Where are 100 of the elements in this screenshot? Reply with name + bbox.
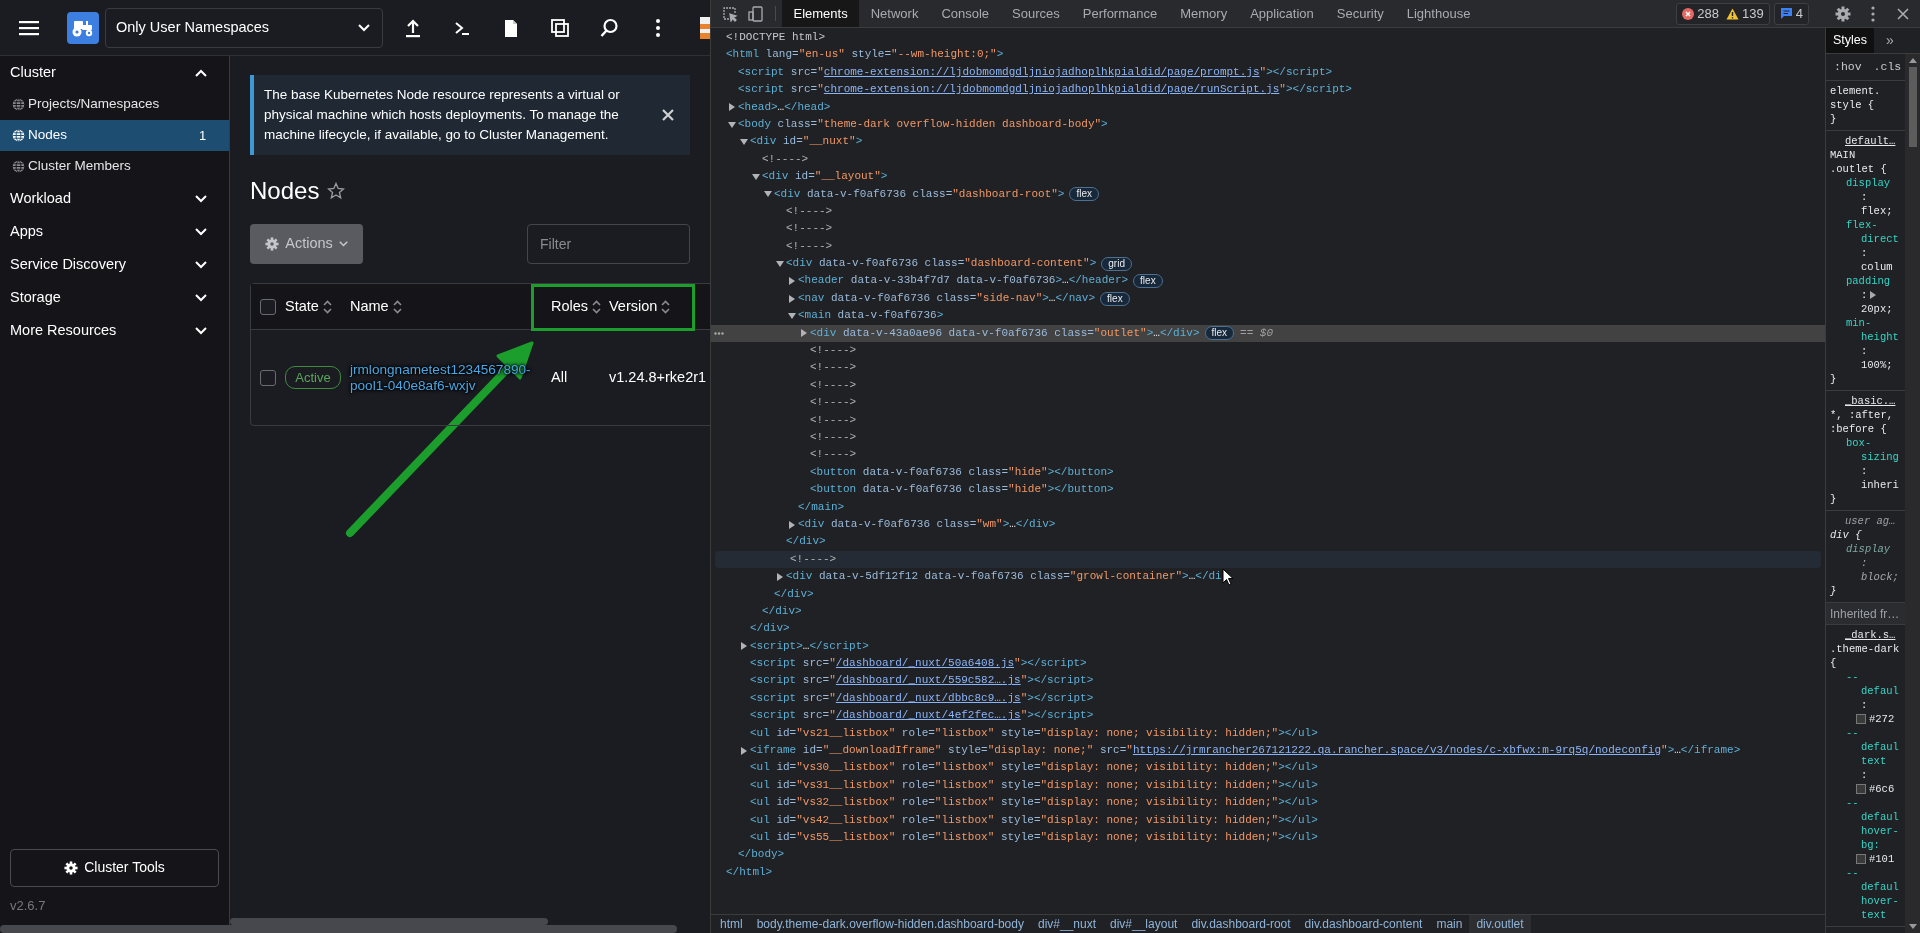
dom-row[interactable]: <script src="chrome-extension://ljdobmomdgdljniojadhoplhkpialdid/page/prompt.js"></script>	[711, 63, 1825, 82]
disclosure-triangle-icon[interactable]	[728, 120, 736, 129]
scroll-down-icon[interactable]	[1908, 924, 1917, 929]
dom-row[interactable]: <ul id="vs55__listbox" role="listbox" style="display: none; visibility: hidden;"></ul>	[711, 828, 1825, 847]
devtools-tab[interactable]: Network	[859, 0, 930, 27]
styles-tab[interactable]: Styles	[1826, 28, 1875, 53]
messages-counter[interactable]: 4	[1773, 2, 1809, 25]
dom-row[interactable]: <script>…</script>	[711, 637, 1825, 656]
expand-triangle-icon[interactable]	[1870, 291, 1877, 299]
dom-row[interactable]: <div data-v-5df12f12 data-v-f0af6736 class="growl-container">…</di	[711, 568, 1825, 586]
dom-row[interactable]: <ul id="vs31__listbox" role="listbox" style="display: none; visibility: hidden;"></ul>	[711, 776, 1825, 795]
scrollbar[interactable]	[230, 918, 548, 925]
column-header[interactable]: State	[285, 295, 350, 318]
more-tabs-button[interactable]: »	[1874, 28, 1894, 53]
dom-row[interactable]: <!---->	[711, 411, 1825, 429]
namespace-select[interactable]: Only User Namespaces	[105, 7, 383, 48]
dom-row[interactable]: </div>	[711, 602, 1825, 621]
nav-group[interactable]: Service Discovery	[0, 248, 229, 281]
dom-row[interactable]: <iframe id="__downloadIframe" style="display: none;" src="https://jrmrancher267121222.qa.rancher.space/v3/nodes/c-xbfwx:m-9rq5q/nodeconfig">…</iframe>	[711, 742, 1825, 760]
dom-row[interactable]: <ul id="vs42__listbox" role="listbox" style="display: none; visibility: hidden;"></ul>	[711, 811, 1825, 829]
dom-row[interactable]: <!---->	[711, 237, 1825, 256]
color-swatch[interactable]	[1856, 714, 1866, 724]
dom-row[interactable]: <!---->	[711, 342, 1825, 360]
breadcrumb-item[interactable]: body.theme-dark.overflow-hidden.dashboard-body	[749, 915, 1031, 933]
color-swatch[interactable]	[1856, 784, 1866, 794]
disclosure-triangle-icon[interactable]	[740, 138, 748, 147]
row-checkbox[interactable]	[260, 369, 276, 386]
scroll-up-icon[interactable]	[1908, 58, 1917, 63]
devtools-tab[interactable]: Performance	[1071, 0, 1169, 27]
disclosure-triangle-icon[interactable]	[740, 642, 748, 651]
nav-item[interactable]: Cluster Members	[0, 151, 229, 182]
star-icon[interactable]	[327, 182, 346, 200]
dom-row[interactable]: </html>	[711, 863, 1825, 882]
close-button[interactable]	[660, 107, 676, 123]
breadcrumb-item[interactable]: div.outlet	[1469, 915, 1531, 933]
nav-item[interactable]: Projects/Namespaces	[0, 89, 229, 120]
devtools-tab[interactable]: Security	[1325, 0, 1396, 27]
layout-badge[interactable]: flex	[1069, 187, 1100, 202]
dom-row[interactable]: <script src="/dashboard/_nuxt/559c582….js"></script>	[711, 672, 1825, 690]
breadcrumb-item[interactable]: div#__layout	[1103, 915, 1185, 933]
filter-field[interactable]: Filter	[527, 224, 690, 264]
devtools-tab[interactable]: Sources	[1000, 0, 1072, 27]
avatar-icon[interactable]	[700, 16, 710, 39]
scrollbar-thumb[interactable]	[1908, 67, 1917, 147]
stylesheet-link[interactable]: _basic.…	[1845, 394, 1896, 408]
nav-item[interactable]: Nodes 1	[0, 120, 229, 151]
dom-row[interactable]: <body class="theme-dark overflow-hidden dashboard-body">	[711, 115, 1825, 134]
dom-row[interactable]: <div data-v-f0af6736 class="dashboard-content"> grid	[711, 255, 1825, 273]
nav-group[interactable]: Cluster	[0, 56, 229, 89]
issues-counter[interactable]: 288 139	[1676, 2, 1770, 25]
devtools-tab[interactable]: Application	[1238, 0, 1326, 27]
layout-badge[interactable]: flex	[1100, 291, 1130, 306]
column-header[interactable]: Name	[350, 295, 551, 318]
disclosure-triangle-icon[interactable]	[728, 103, 736, 112]
breadcrumb-item[interactable]: div.dashboard-content	[1297, 915, 1430, 933]
dom-row[interactable]: <!---->	[711, 376, 1825, 395]
dom-row[interactable]: <div data-v-43a0ae96 data-v-f0af6736 class="outlet">…</div> flex == $0	[711, 324, 1825, 343]
dom-row[interactable]: <ul id="vs30__listbox" role="listbox" style="display: none; visibility: hidden;"></ul>	[711, 759, 1825, 777]
breadcrumb-item[interactable]: div#__nuxt	[1030, 915, 1103, 933]
nav-group[interactable]: Apps	[0, 215, 229, 248]
dom-row[interactable]: <html lang="en-us" style="--wm-height:0;">	[711, 46, 1825, 64]
dom-row[interactable]: </body>	[711, 846, 1825, 864]
dom-row[interactable]: <!---->	[715, 550, 1821, 569]
devtools-tab[interactable]: Memory	[1168, 0, 1239, 27]
dom-row[interactable]: </div>	[711, 533, 1825, 551]
dom-row[interactable]: <div data-v-f0af6736 class="wm">…</div>	[711, 515, 1825, 534]
layout-badge[interactable]: grid	[1101, 256, 1132, 271]
dom-row[interactable]: </div>	[711, 585, 1825, 603]
disclosure-triangle-icon[interactable]	[764, 190, 772, 199]
disclosure-triangle-icon[interactable]	[740, 746, 748, 755]
dom-row[interactable]: <button data-v-f0af6736 class="hide"></button>	[711, 463, 1825, 482]
stylesheet-link[interactable]: _dark.s…	[1845, 628, 1896, 642]
dom-row[interactable]: <!DOCTYPE html>	[711, 29, 1825, 47]
disclosure-triangle-icon[interactable]	[788, 520, 796, 529]
actions-button[interactable]: Actions	[250, 224, 363, 264]
cluster-tools-button[interactable]: Cluster Tools	[10, 848, 219, 887]
dom-row[interactable]: <!---->	[711, 220, 1825, 238]
dom-row[interactable]: <ul id="vs32__listbox" role="listbox" style="display: none; visibility: hidden;"></ul>	[711, 794, 1825, 812]
dom-row[interactable]: <script src="/dashboard/_nuxt/50a6408.js"></script>	[711, 655, 1825, 673]
dom-row[interactable]: <ul id="vs21__listbox" role="listbox" style="display: none; visibility: hidden;"></ul>	[711, 724, 1825, 742]
toggle-button[interactable]: .cls	[1873, 58, 1902, 76]
dom-row[interactable]: <!---->	[711, 150, 1825, 169]
toggle-button[interactable]: :hov	[1834, 58, 1862, 76]
dom-row[interactable]: <!---->	[711, 394, 1825, 412]
dom-row[interactable]: <!---->	[711, 359, 1825, 377]
disclosure-triangle-icon[interactable]	[788, 294, 796, 303]
layout-badge[interactable]: flex	[1133, 274, 1163, 289]
devtools-tab[interactable]: Elements	[782, 0, 860, 27]
dom-row[interactable]: <div id="__nuxt">	[711, 133, 1825, 151]
tractor-logo[interactable]	[67, 11, 99, 44]
disclosure-triangle-icon[interactable]	[752, 172, 760, 181]
dom-row[interactable]: <script src="chrome-extension://ljdobmomdgdljniojadhoplhkpialdid/page/runScript.js"></script>	[711, 81, 1825, 99]
disclosure-triangle-icon[interactable]	[788, 311, 796, 320]
nav-group[interactable]: Storage	[0, 281, 229, 314]
dom-row[interactable]: <div id="__layout">	[711, 168, 1825, 186]
scrollbar[interactable]	[1905, 54, 1920, 933]
column-header[interactable]: Roles	[551, 295, 609, 318]
dom-row[interactable]: </main>	[711, 498, 1825, 516]
dom-row[interactable]: <!---->	[711, 202, 1825, 221]
layout-badge[interactable]: flex	[1204, 326, 1235, 341]
